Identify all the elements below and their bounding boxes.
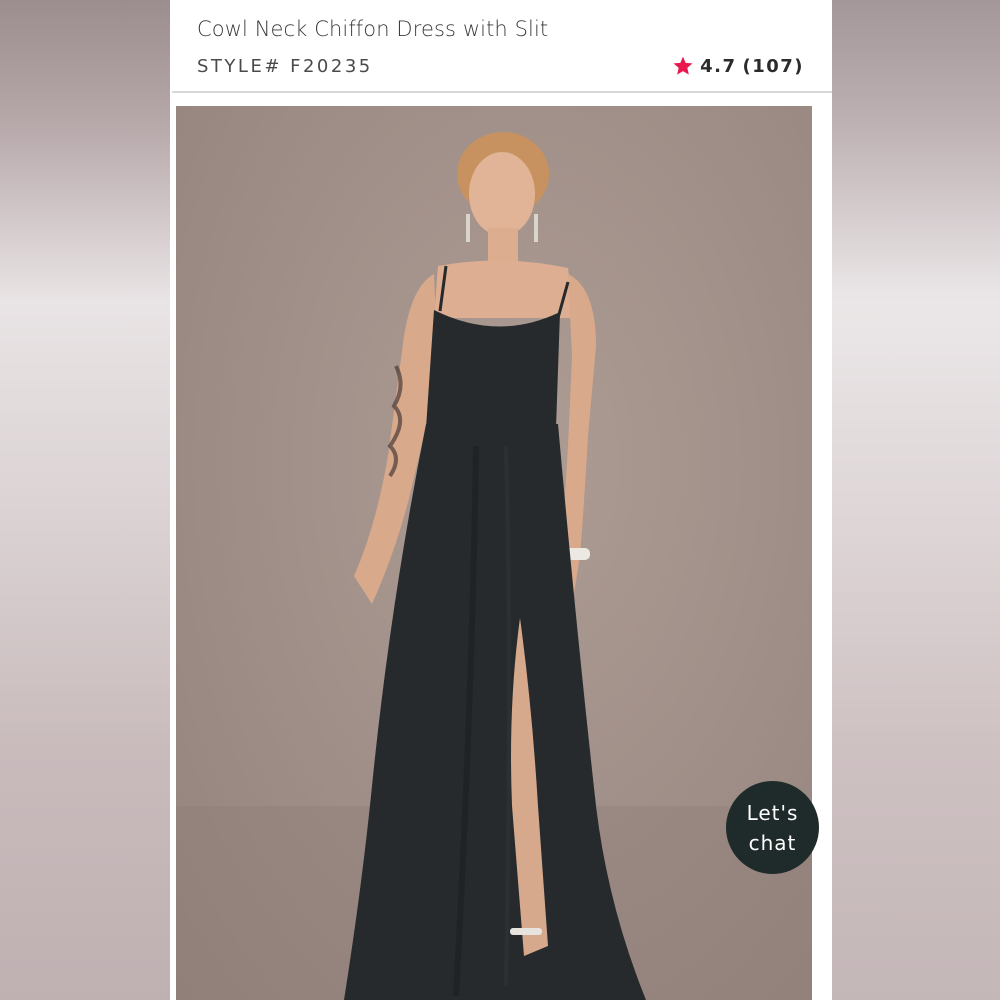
- product-rating[interactable]: 4.7 (107): [672, 53, 804, 79]
- product-header: Cowl Neck Chiffon Dress with Slit STYLE#…: [170, 0, 832, 92]
- style-number: STYLE# F20235: [197, 56, 373, 77]
- left-earring: [466, 214, 470, 242]
- chat-button[interactable]: Let's chat: [726, 781, 819, 874]
- face: [469, 152, 535, 236]
- right-background-panel: [832, 0, 1000, 1000]
- chat-label-line1: Let's: [746, 800, 799, 825]
- ankle-bracelet: [510, 928, 542, 935]
- product-title: Cowl Neck Chiffon Dress with Slit: [197, 17, 549, 41]
- left-background-panel: [0, 0, 170, 1000]
- header-divider: [172, 91, 832, 93]
- right-earring: [534, 214, 538, 242]
- chat-label-line2: chat: [748, 830, 797, 855]
- chest: [434, 260, 574, 318]
- dress-bodice: [426, 310, 560, 428]
- review-count: (107): [742, 55, 804, 77]
- star-icon: [673, 56, 693, 75]
- product-image[interactable]: [176, 106, 812, 1000]
- model-photo-illustration: [176, 132, 812, 1000]
- rating-score: 4.7: [700, 55, 737, 77]
- product-card: Cowl Neck Chiffon Dress with Slit STYLE#…: [170, 0, 832, 1000]
